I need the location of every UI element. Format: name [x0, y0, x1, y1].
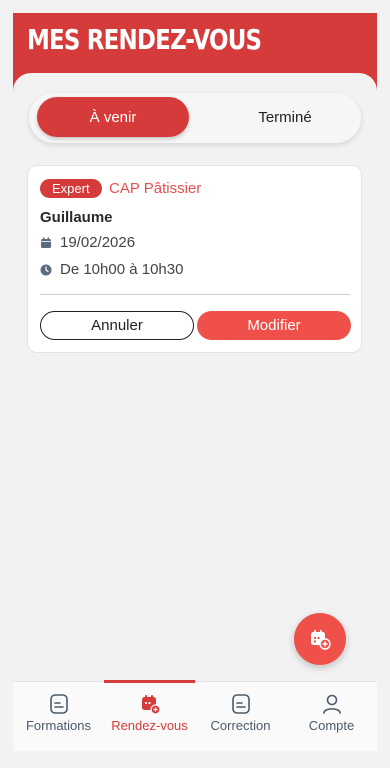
document-icon: [231, 694, 250, 714]
time-row: De 10h00 à 10h30: [40, 261, 183, 278]
document-icon: [49, 694, 68, 714]
modify-button[interactable]: Modifier: [197, 311, 351, 340]
nav-label: Formations: [25, 718, 92, 733]
add-appointment-button[interactable]: [294, 613, 346, 665]
bottom-navigation: Formations Rendez-vous Correction Compte: [13, 680, 377, 751]
nav-compte[interactable]: Compte: [286, 682, 377, 751]
content-panel: À venir Terminé Expert CAP Pâtissier Gui…: [13, 73, 377, 683]
nav-formations[interactable]: Formations: [13, 682, 104, 751]
tab-finished[interactable]: Terminé: [209, 97, 361, 137]
calendar-icon: [141, 695, 161, 715]
calendar-icon: [41, 237, 51, 248]
page-title: MES RENDEZ-VOUS: [27, 23, 262, 56]
status-badge: Expert: [40, 179, 102, 198]
course-title: CAP Pâtissier: [109, 180, 202, 197]
tab-upcoming[interactable]: À venir: [37, 97, 189, 137]
nav-label: Correction: [210, 718, 271, 733]
user-icon: [322, 694, 341, 714]
app-screen: MES RENDEZ-VOUS À venir Terminé Expert C…: [13, 13, 377, 751]
appointment-name: Guillaume: [40, 209, 113, 226]
appointment-date: 19/02/2026: [60, 234, 136, 251]
appointment-card: Expert CAP Pâtissier Guillaume 19/02/202…: [27, 165, 362, 353]
date-row: 19/02/2026: [40, 234, 135, 251]
clock-icon: [40, 264, 52, 275]
tab-switcher: À venir Terminé: [29, 93, 361, 143]
nav-label: Rendez-vous: [111, 718, 188, 733]
nav-rendez-vous[interactable]: Rendez-vous: [104, 682, 195, 751]
appointment-time: De 10h00 à 10h30: [60, 261, 184, 278]
nav-correction[interactable]: Correction: [195, 682, 286, 751]
nav-label: Compte: [308, 718, 355, 733]
divider: [40, 294, 350, 295]
calendar-add-icon: [311, 630, 331, 650]
cancel-button[interactable]: Annuler: [40, 311, 194, 340]
